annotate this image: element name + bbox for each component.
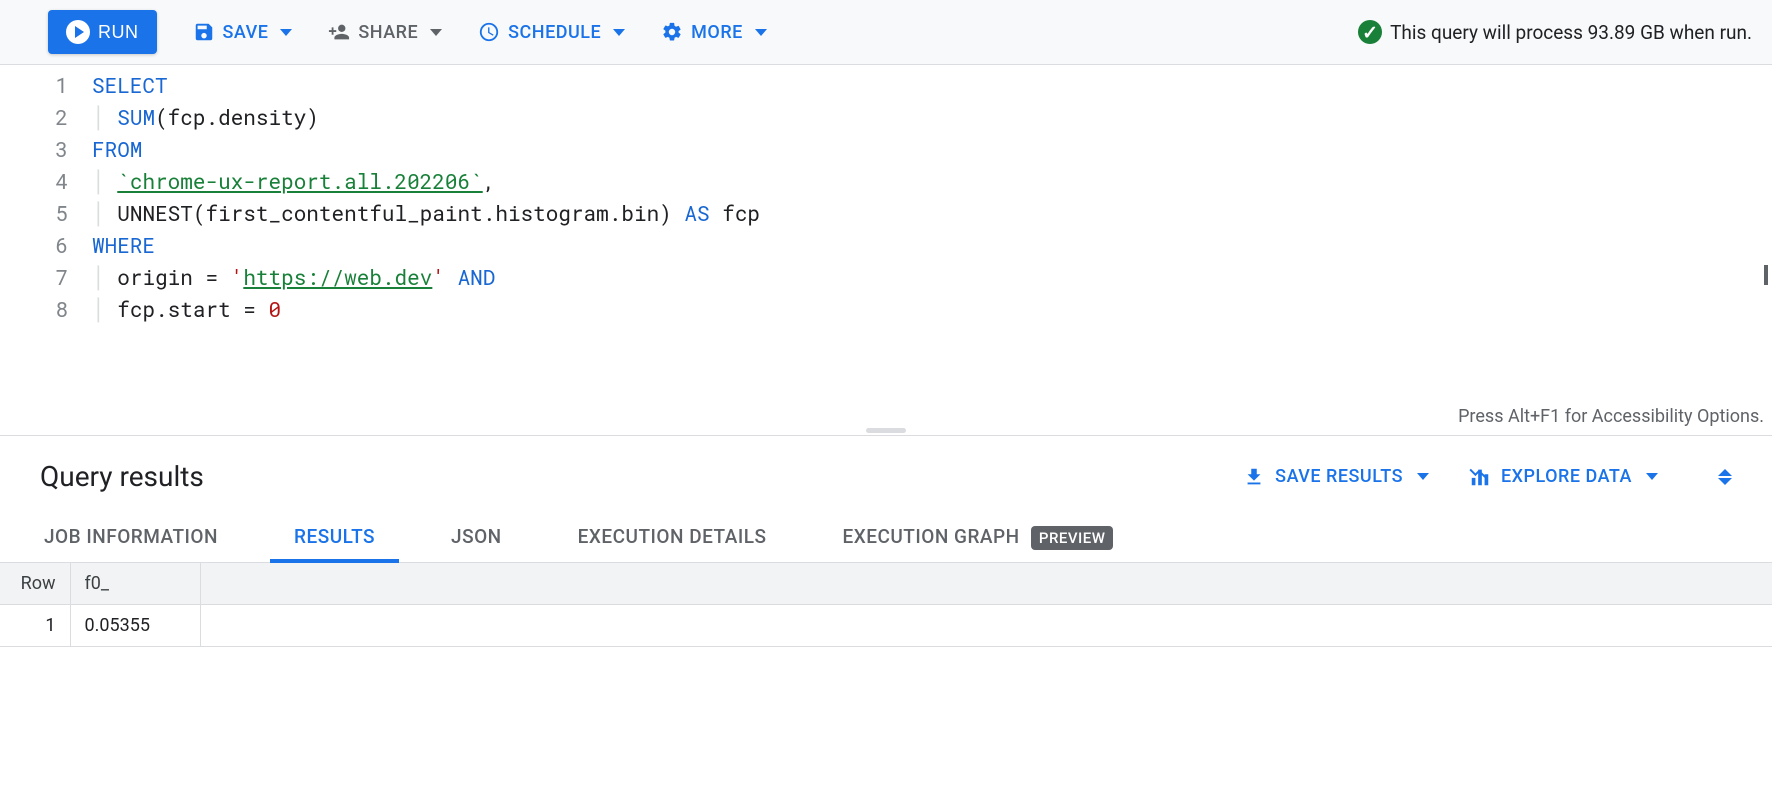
line-number: 4 bbox=[0, 165, 68, 197]
tab-execution-details[interactable]: EXECUTION DETAILS bbox=[574, 511, 771, 562]
schedule-label: SCHEDULE bbox=[508, 22, 601, 43]
cell-empty bbox=[200, 605, 1772, 647]
line-number: 1 bbox=[0, 69, 68, 101]
share-button[interactable]: SHARE bbox=[328, 21, 442, 43]
chevron-down-icon bbox=[280, 29, 292, 36]
chart-icon bbox=[1469, 466, 1491, 488]
save-icon bbox=[193, 21, 215, 43]
save-label: SAVE bbox=[223, 22, 269, 43]
chevron-down-icon bbox=[430, 29, 442, 36]
person-add-icon bbox=[328, 21, 350, 43]
tab-execution-graph[interactable]: EXECUTION GRAPH PREVIEW bbox=[838, 511, 1117, 562]
results-header: Query results SAVE RESULTS EXPLORE DATA bbox=[0, 435, 1772, 511]
expand-collapse-button[interactable] bbox=[1718, 469, 1732, 485]
save-results-button[interactable]: SAVE RESULTS bbox=[1243, 466, 1429, 488]
gear-icon bbox=[661, 21, 683, 43]
more-label: MORE bbox=[691, 22, 743, 43]
clock-icon bbox=[478, 21, 500, 43]
line-number: 2 bbox=[0, 101, 68, 133]
run-button[interactable]: RUN bbox=[48, 10, 157, 54]
explore-data-button[interactable]: EXPLORE DATA bbox=[1469, 466, 1658, 488]
resize-handle[interactable] bbox=[866, 428, 906, 433]
tab-json[interactable]: JSON bbox=[447, 511, 506, 562]
play-icon bbox=[66, 20, 90, 44]
chevron-up-icon bbox=[1718, 469, 1732, 476]
results-title: Query results bbox=[40, 460, 204, 493]
line-number: 7 bbox=[0, 261, 68, 293]
chevron-down-icon bbox=[613, 29, 625, 36]
tab-execution-graph-label: EXECUTION GRAPH bbox=[842, 525, 1019, 548]
col-f0: f0_ bbox=[70, 563, 200, 605]
query-toolbar: RUN SAVE SHARE SCHEDULE MORE ✓ This quer… bbox=[0, 0, 1772, 65]
line-gutter: 1 2 3 4 5 6 7 8 bbox=[0, 69, 88, 435]
line-number: 6 bbox=[0, 229, 68, 261]
chevron-down-icon bbox=[1718, 478, 1732, 485]
chevron-down-icon bbox=[1417, 473, 1429, 480]
line-number: 8 bbox=[0, 293, 68, 325]
cell-value: 0.05355 bbox=[70, 605, 200, 647]
query-status: ✓ This query will process 93.89 GB when … bbox=[1358, 20, 1752, 44]
schedule-button[interactable]: SCHEDULE bbox=[478, 21, 625, 43]
check-circle-icon: ✓ bbox=[1358, 20, 1382, 44]
caret-icon bbox=[1764, 265, 1768, 285]
col-row: Row bbox=[0, 563, 70, 605]
more-button[interactable]: MORE bbox=[661, 21, 767, 43]
preview-badge: PREVIEW bbox=[1031, 526, 1114, 550]
share-label: SHARE bbox=[358, 22, 418, 43]
sql-editor[interactable]: 1 2 3 4 5 6 7 8 SELECT │ SUM(fcp.density… bbox=[0, 65, 1772, 435]
accessibility-hint: Press Alt+F1 for Accessibility Options. bbox=[1458, 401, 1764, 433]
results-table: Row f0_ 1 0.05355 bbox=[0, 563, 1772, 647]
tab-results[interactable]: RESULTS bbox=[290, 511, 379, 562]
cell-rownum: 1 bbox=[0, 605, 70, 647]
run-label: RUN bbox=[98, 22, 139, 43]
save-button[interactable]: SAVE bbox=[193, 21, 293, 43]
chevron-down-icon bbox=[1646, 473, 1658, 480]
col-empty bbox=[200, 563, 1772, 605]
line-number: 3 bbox=[0, 133, 68, 165]
status-text: This query will process 93.89 GB when ru… bbox=[1390, 21, 1752, 44]
line-number: 5 bbox=[0, 197, 68, 229]
save-results-label: SAVE RESULTS bbox=[1275, 466, 1403, 487]
tab-job-information[interactable]: JOB INFORMATION bbox=[40, 511, 222, 562]
table-row[interactable]: 1 0.05355 bbox=[0, 605, 1772, 647]
explore-data-label: EXPLORE DATA bbox=[1501, 466, 1632, 487]
download-icon bbox=[1243, 466, 1265, 488]
code-area[interactable]: SELECT │ SUM(fcp.density) FROM │ `chrome… bbox=[88, 69, 1772, 435]
results-tabs: JOB INFORMATION RESULTS JSON EXECUTION D… bbox=[0, 511, 1772, 563]
chevron-down-icon bbox=[755, 29, 767, 36]
